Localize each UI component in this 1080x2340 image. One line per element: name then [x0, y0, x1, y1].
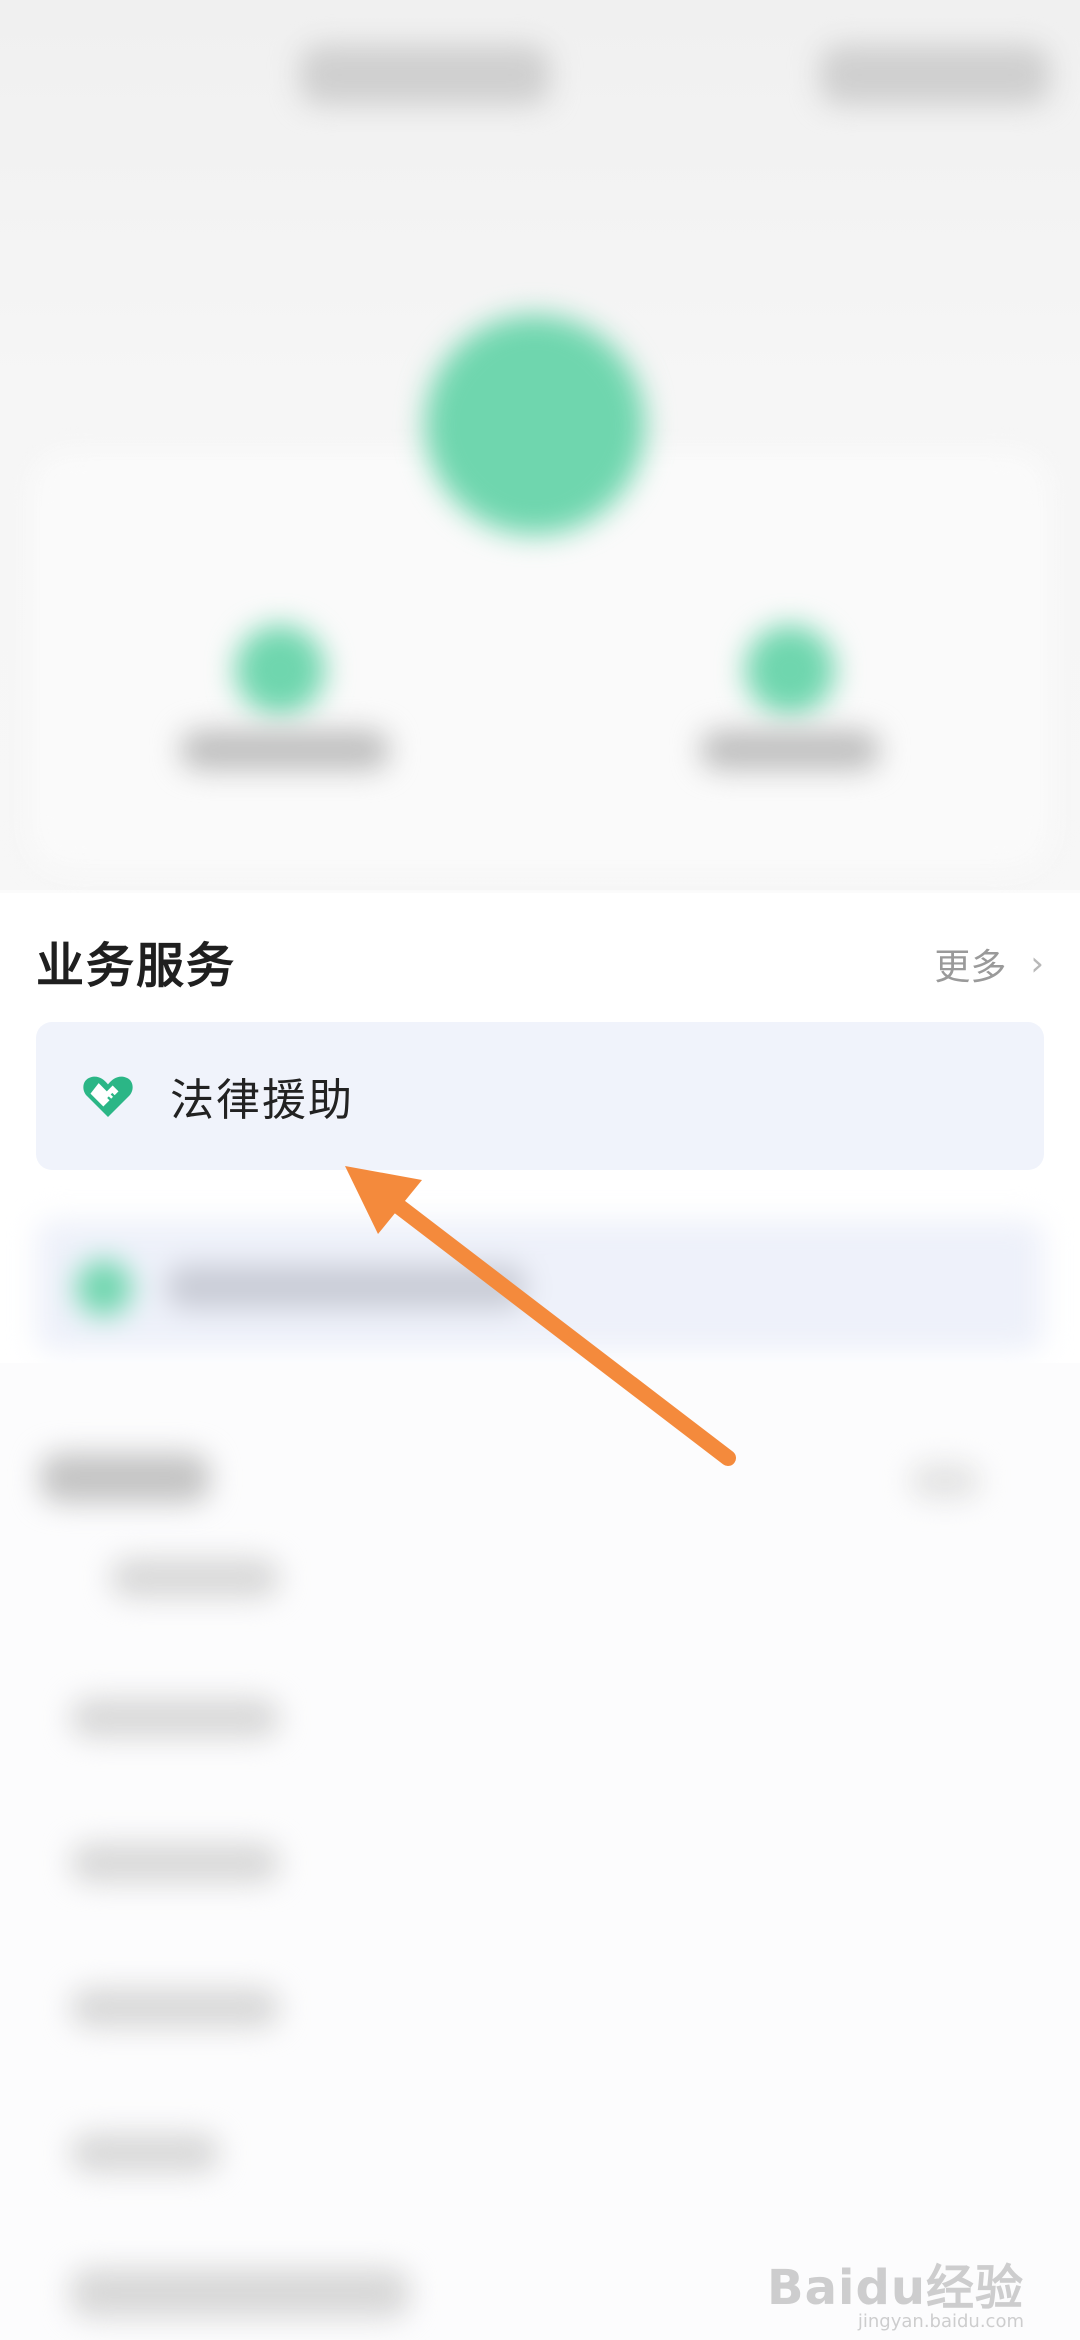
blurred-more [910, 1463, 980, 1499]
blurred-title [300, 45, 550, 105]
blurred-row-1 [110, 1558, 280, 1598]
blurred-row-4 [70, 1988, 280, 2028]
blurred-label-left [180, 730, 390, 770]
blurred-row-2 [70, 1698, 280, 1738]
blurred-row-3 [70, 1843, 280, 1883]
chevron-right-icon: › [1030, 944, 1044, 984]
blurred-main-circle [425, 315, 645, 535]
blurred-lower-area [0, 1363, 1080, 2340]
blurred-label-right [700, 730, 880, 770]
blurred-header-area [0, 0, 1080, 890]
blurred-small-circle-left [235, 625, 325, 715]
blurred-card-icon [76, 1260, 132, 1316]
blurred-top-right [820, 45, 1050, 105]
watermark-brand: Baidu经验 [767, 2260, 1024, 2316]
legal-aid-label: 法律援助 [170, 1075, 354, 1126]
blurred-small-circle-right [745, 625, 835, 715]
legal-aid-card[interactable]: 法律援助 [36, 1022, 1044, 1170]
blurred-heading [40, 1453, 210, 1503]
more-label: 更多 [934, 947, 1007, 988]
blurred-service-card [36, 1220, 1044, 1352]
baidu-watermark: Baidu经验 jingyan.baidu.com [767, 2248, 1024, 2332]
heart-hand-icon [83, 1076, 133, 1117]
blurred-card-text [166, 1265, 526, 1309]
blurred-row-5 [70, 2133, 220, 2173]
more-link[interactable]: 更多 › [934, 938, 1044, 990]
watermark-site: jingyan.baidu.com [857, 2311, 1024, 2332]
blurred-row-6 [70, 2268, 410, 2318]
section-title: 业务服务 [36, 938, 237, 994]
